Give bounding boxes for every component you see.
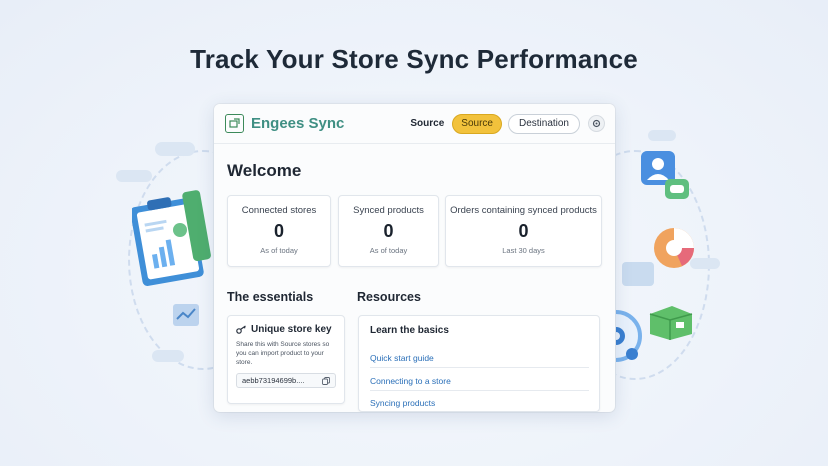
learn-basics-heading: Learn the basics xyxy=(370,325,449,336)
stat-synced-products: Synced products 0 As of today xyxy=(338,195,439,267)
store-key-value: aebb73194699b.... xyxy=(242,376,305,385)
link-syncing-products[interactable]: Syncing products xyxy=(370,398,589,412)
stat-value: 0 xyxy=(273,221,284,241)
destination-toggle-button[interactable]: Destination xyxy=(507,113,580,134)
welcome-heading: Welcome xyxy=(227,161,302,180)
stat-subtext: Last 30 days xyxy=(502,246,545,255)
clipboard-chart-icon xyxy=(132,190,211,286)
store-sync-logo-icon xyxy=(225,114,244,133)
stat-subtext: As of today xyxy=(369,246,408,255)
app-header: Engees Sync Source Source Destination xyxy=(214,104,615,144)
link-connecting-to-store[interactable]: Connecting to a store xyxy=(370,376,589,391)
stat-value: 0 xyxy=(383,221,394,241)
small-chart-card-icon xyxy=(173,304,199,326)
box-package-icon xyxy=(649,306,693,340)
copy-icon[interactable] xyxy=(322,376,330,385)
header-controls: Source Source Destination xyxy=(410,113,605,134)
essentials-heading: The essentials xyxy=(227,290,314,304)
store-key-card: Unique store key Share this with Source … xyxy=(227,315,345,404)
stat-value: 0 xyxy=(518,221,529,241)
settings-icon[interactable] xyxy=(588,115,605,132)
brand-name: Engees Sync xyxy=(251,115,345,132)
stat-title: Orders containing synced products xyxy=(450,205,597,216)
stat-title: Synced products xyxy=(353,205,424,216)
pie-chart-icon xyxy=(654,228,694,268)
source-label: Source xyxy=(410,118,445,129)
app-window: Engees Sync Source Source Destination We… xyxy=(214,104,615,412)
chat-bubble-icon xyxy=(665,179,689,199)
stat-subtext: As of today xyxy=(260,246,298,255)
page-headline: Track Your Store Sync Performance xyxy=(190,44,638,74)
source-toggle-button[interactable]: Source xyxy=(452,113,502,134)
store-key-field[interactable]: aebb73194699b.... xyxy=(236,373,336,388)
stat-orders-synced: Orders containing synced products 0 Last… xyxy=(445,195,602,267)
store-key-description: Share this with Source stores so you can… xyxy=(236,341,330,366)
store-key-title: Unique store key xyxy=(251,324,332,335)
resources-card: Learn the basics Quick start guide Conne… xyxy=(358,315,600,412)
link-quick-start-guide[interactable]: Quick start guide xyxy=(370,353,589,368)
stat-title: Connected stores xyxy=(241,205,317,216)
store-key-header: Unique store key xyxy=(236,324,336,335)
key-icon xyxy=(236,325,246,334)
resources-heading: Resources xyxy=(357,290,421,304)
stat-connected-stores: Connected stores 0 As of today xyxy=(227,195,331,267)
